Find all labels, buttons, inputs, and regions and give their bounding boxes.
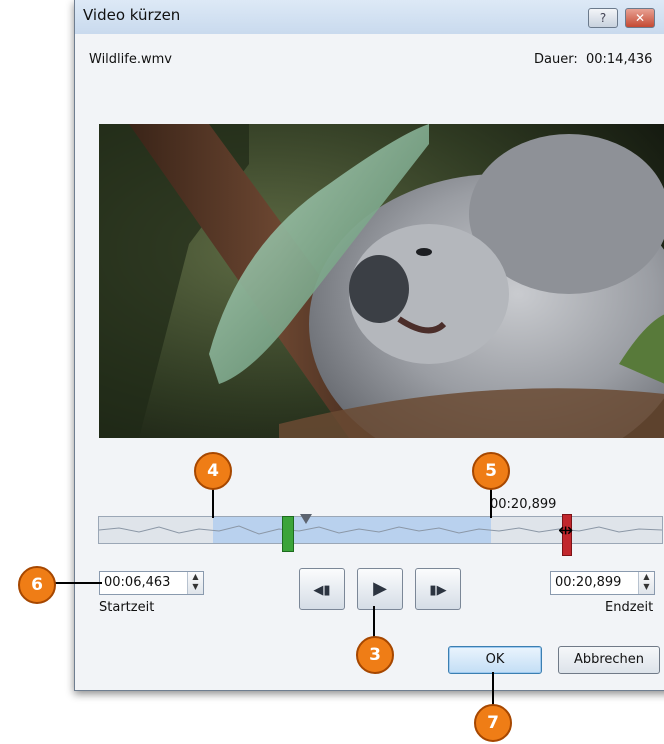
spin-arrows-icon[interactable]: ▲ ▼ <box>638 572 654 594</box>
end-time-label: Endzeit <box>605 600 654 615</box>
video-preview <box>99 124 664 438</box>
file-name: Wildlife.wmv <box>89 52 172 67</box>
spin-arrows-icon[interactable]: ▲ ▼ <box>187 572 203 594</box>
callout-6: 6 <box>18 566 56 604</box>
next-frame-icon: ▮▶ <box>429 583 447 598</box>
previous-frame-icon: ◀▮ <box>313 583 331 598</box>
start-time-input[interactable]: 00:06,463 <box>104 575 170 590</box>
help-button[interactable]: ? <box>588 8 618 28</box>
dialog-title: Video kürzen <box>83 6 181 24</box>
callout-line-3 <box>373 606 375 638</box>
resize-cursor-icon: ⇹ <box>558 520 574 541</box>
end-time-input[interactable]: 00:20,899 <box>555 575 621 590</box>
start-time-label: Startzeit <box>99 600 155 615</box>
previous-frame-button[interactable]: ◀▮ <box>299 568 345 610</box>
help-icon: ? <box>599 11 607 25</box>
callout-line-5 <box>490 488 492 518</box>
next-frame-button[interactable]: ▮▶ <box>415 568 461 610</box>
callout-7: 7 <box>474 704 512 742</box>
callout-3: 3 <box>356 636 394 674</box>
duration: Dauer: 00:14,436 <box>534 52 652 67</box>
callout-4: 4 <box>194 452 232 490</box>
start-trim-marker[interactable] <box>282 516 294 552</box>
play-button[interactable]: ▶ <box>357 568 403 610</box>
current-time-label: 00:20,899 <box>490 497 557 512</box>
video-frame-image <box>99 124 664 438</box>
close-icon: ✕ <box>634 11 646 25</box>
ok-button[interactable]: OK <box>448 646 542 674</box>
callout-5: 5 <box>472 452 510 490</box>
trim-video-dialog: Video kürzen ? ✕ Wildlife.wmv Dauer: 00:… <box>74 0 664 691</box>
callout-line-4 <box>212 488 214 518</box>
playhead-marker[interactable] <box>300 514 312 524</box>
callout-line-6 <box>52 582 102 584</box>
trim-timeline[interactable] <box>98 516 663 544</box>
play-icon: ▶ <box>373 578 387 599</box>
close-button[interactable]: ✕ <box>625 8 655 28</box>
title-bar: Video kürzen ? ✕ <box>75 0 664 34</box>
duration-label: Dauer: <box>534 52 578 67</box>
cancel-button[interactable]: Abbrechen <box>558 646 660 674</box>
callout-line-7 <box>492 672 494 706</box>
start-time-spinner[interactable]: 00:06,463 ▲ ▼ <box>99 571 204 595</box>
end-time-spinner[interactable]: 00:20,899 ▲ ▼ <box>550 571 655 595</box>
duration-value: 00:14,436 <box>585 52 653 67</box>
audio-waveform <box>99 525 662 535</box>
